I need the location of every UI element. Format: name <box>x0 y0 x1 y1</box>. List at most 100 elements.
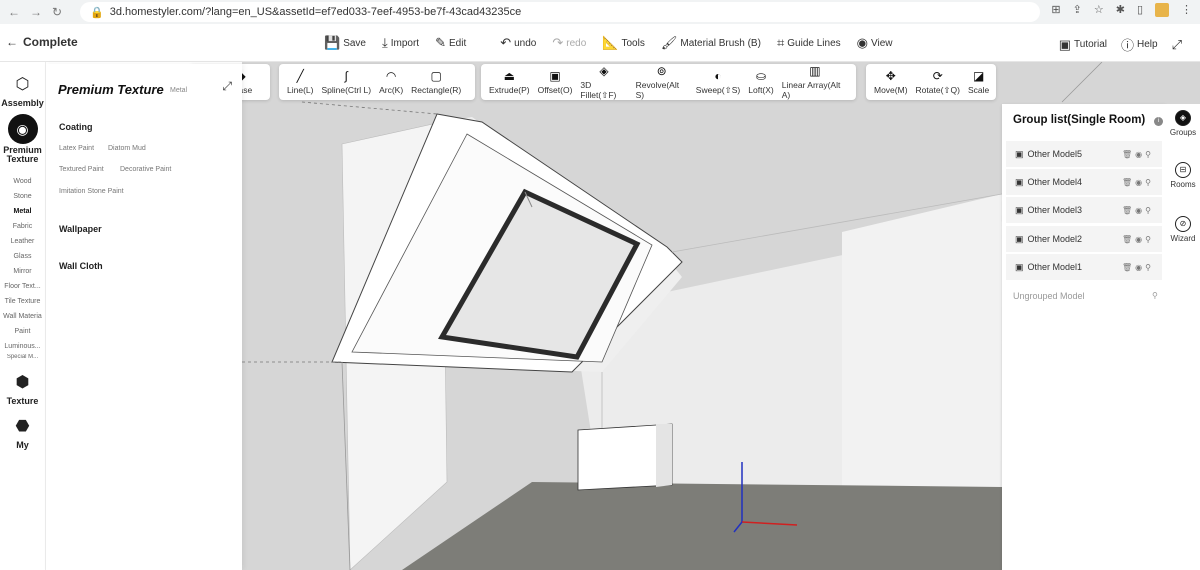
help-menu: ▣ Tutorial ⓘ Help ⤢ <box>1059 35 1182 54</box>
panel-subtitle: Metal <box>170 87 188 94</box>
row-actions-icon[interactable]: 🗑◉⚲ <box>1122 263 1154 272</box>
fillet-tool[interactable]: ◈ 3D Fillet(⇧F) <box>580 64 627 101</box>
texture-tab[interactable]: ⬢ Texture <box>0 372 45 406</box>
arc-tool[interactable]: ◠ Arc(K) <box>379 69 403 95</box>
section-wallpaper[interactable]: Wallpaper <box>59 224 102 234</box>
wizard-tab[interactable]: ⊘ Wizard <box>1166 216 1200 243</box>
section-coating[interactable]: Coating <box>59 122 93 132</box>
group-row[interactable]: ▣ Other Model5 🗑◉⚲ <box>1006 141 1162 167</box>
link-textured-paint[interactable]: Textured Paint <box>59 166 104 173</box>
browser-bar: ← → ↻ 🔒 3d.homestyler.com/?lang=en_US&as… <box>0 0 1200 24</box>
model-icon: ▣ <box>1015 261 1024 272</box>
scale-tool[interactable]: ◪ Scale <box>968 69 989 95</box>
forward-arrow-icon[interactable]: → <box>30 5 42 19</box>
my-tab[interactable]: ⬣ My <box>0 416 45 450</box>
offset-tool[interactable]: ▣ Offset(O) <box>538 69 573 95</box>
extensions-icon[interactable]: ✱ <box>1116 3 1125 17</box>
category-wall-material[interactable]: Wall Materia <box>0 309 45 324</box>
expand-icon[interactable]: ⤢ <box>222 79 232 94</box>
model-icon: ▣ <box>1015 148 1024 159</box>
info-icon[interactable]: i <box>1154 117 1163 126</box>
group-row[interactable]: ▣ Other Model3 🗑◉⚲ <box>1006 197 1162 223</box>
app-toolbar: ← Complete 💾 Save ⤓ Import ✎ Edit ↶ undo ↷ re… <box>0 24 1200 62</box>
category-floor-texture[interactable]: Floor Text... <box>0 279 45 294</box>
category-leather[interactable]: Leather <box>0 234 45 249</box>
ungrouped-toggle-icon[interactable]: ⚲ <box>1152 291 1158 300</box>
group-list-title: Group list(Single Room) <box>1013 114 1146 126</box>
url-text: 3d.homestyler.com/?lang=en_US&assetId=ef… <box>109 6 522 18</box>
extrude-icon: ⏏ <box>503 69 515 83</box>
line-tool[interactable]: ╱ Line(L) <box>287 69 313 95</box>
premium-texture-tab[interactable]: ◉ Premium Texture <box>0 114 45 164</box>
star-icon[interactable]: ☆ <box>1094 3 1104 17</box>
view-button[interactable]: ◉ View <box>857 35 893 51</box>
line-icon: ╱ <box>296 69 304 83</box>
linear-array-tool[interactable]: ▥ Linear Array(Alt A) <box>782 64 848 100</box>
brush-icon: 🖌 <box>660 35 678 50</box>
help-button[interactable]: ⓘ Help <box>1121 35 1158 54</box>
link-latex-paint[interactable]: Latex Paint <box>59 145 94 152</box>
reload-icon[interactable]: ↻ <box>52 5 62 19</box>
undo-button[interactable]: ↶ undo <box>500 35 536 51</box>
profile-icon[interactable] <box>1155 3 1169 17</box>
groups-tab[interactable]: ◈ Groups <box>1166 110 1200 137</box>
scale-icon: ◪ <box>972 69 985 83</box>
draw-toolbar: ╱ Line(L) ∫ Spline(Ctrl L) ◠ Arc(K) ▢ Rectan… <box>279 64 475 100</box>
category-stone[interactable]: Stone <box>0 189 45 204</box>
move-tool[interactable]: ✥ Move(M) <box>874 69 908 95</box>
group-row[interactable]: ▣ Other Model4 🗑◉⚲ <box>1006 169 1162 195</box>
extrude-tool[interactable]: ⏏ Extrude(P) <box>489 69 530 95</box>
rooms-tab[interactable]: ⊟ Rooms <box>1166 162 1200 189</box>
category-mirror[interactable]: Mirror <box>0 264 45 279</box>
complete-button[interactable]: ← Complete <box>6 35 78 49</box>
save-button[interactable]: 💾 Save <box>324 35 366 51</box>
spline-tool[interactable]: ∫ Spline(Ctrl L) <box>321 69 371 95</box>
category-paint[interactable]: Paint <box>0 324 45 339</box>
view-icon: ◉ <box>856 35 868 50</box>
undo-icon: ↶ <box>500 35 512 50</box>
browser-nav: ← → ↻ <box>0 5 80 19</box>
assembly-tab[interactable]: ⬡ Assembly <box>0 62 45 108</box>
sweep-tool[interactable]: ◐ Sweep(⇧S) <box>696 69 740 96</box>
material-brush-button[interactable]: 🖌 Material Brush (B) <box>661 35 761 51</box>
share-icon[interactable]: ⇪ <box>1073 3 1082 17</box>
model-icon: ▣ <box>1015 204 1024 215</box>
rotate-tool[interactable]: ⟳ Rotate(⇧Q) <box>916 69 960 96</box>
link-imitation-stone-paint[interactable]: Imitation Stone Paint <box>59 188 124 195</box>
group-row[interactable]: ▣ Other Model1 🗑◉⚲ <box>1006 254 1162 280</box>
row-actions-icon[interactable]: 🗑◉⚲ <box>1122 235 1154 244</box>
tools-button[interactable]: 📐 Tools <box>602 35 645 51</box>
section-wall-cloth[interactable]: Wall Cloth <box>59 261 103 271</box>
category-glass[interactable]: Glass <box>0 249 45 264</box>
menu-icon[interactable]: ⋮ <box>1181 3 1192 17</box>
revolve-tool[interactable]: ⊚ Revolve(Alt S) <box>636 64 688 100</box>
address-bar[interactable]: 🔒 3d.homestyler.com/?lang=en_US&assetId=… <box>80 2 1040 22</box>
category-metal[interactable]: Metal <box>0 204 45 219</box>
row-actions-icon[interactable]: 🗑◉⚲ <box>1122 150 1154 159</box>
link-diatom-mud[interactable]: Diatom Mud <box>108 145 146 152</box>
import-button[interactable]: ⤓ Import <box>382 35 419 51</box>
redo-button[interactable]: ↷ redo <box>552 35 586 51</box>
group-row[interactable]: ▣ Other Model2 🗑◉⚲ <box>1006 226 1162 252</box>
category-special[interactable]: Special M... <box>0 354 45 362</box>
category-tile-texture[interactable]: Tile Texture <box>0 294 45 309</box>
question-icon: ⓘ <box>1121 38 1135 53</box>
tutorial-button[interactable]: ▣ Tutorial <box>1059 37 1107 53</box>
link-decorative-paint[interactable]: Decorative Paint <box>120 166 171 173</box>
edit-button[interactable]: ✎ Edit <box>435 35 466 51</box>
ungrouped-model-label[interactable]: Ungrouped Model <box>1013 291 1085 301</box>
rectangle-tool[interactable]: ▢ Rectangle(R) <box>411 69 461 95</box>
category-luminous[interactable]: Luminous... <box>0 339 45 354</box>
row-actions-icon[interactable]: 🗑◉⚲ <box>1122 178 1154 187</box>
translate-icon[interactable]: ⊞ <box>1051 3 1060 17</box>
sidepanel-icon[interactable]: ▯ <box>1137 3 1143 17</box>
row-actions-icon[interactable]: 🗑◉⚲ <box>1122 206 1154 215</box>
category-fabric[interactable]: Fabric <box>0 219 45 234</box>
fullscreen-button[interactable]: ⤢ <box>1172 37 1182 53</box>
texture-icon: ⬢ <box>15 374 30 391</box>
loft-tool[interactable]: ⛀ Loft(X) <box>748 69 774 95</box>
back-arrow-icon[interactable]: ← <box>8 5 20 19</box>
category-wood[interactable]: Wood <box>0 174 45 189</box>
spline-icon: ∫ <box>344 69 348 83</box>
guide-lines-button[interactable]: ⌗ Guide Lines <box>777 35 841 51</box>
